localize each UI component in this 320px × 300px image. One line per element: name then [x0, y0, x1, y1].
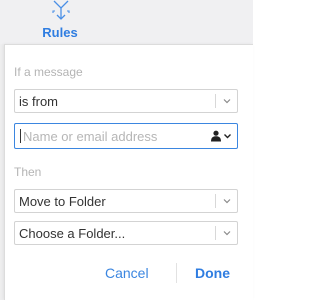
sender-input-placeholder: Name or email address — [23, 129, 158, 144]
done-button[interactable]: Done — [195, 265, 230, 281]
rule-editor-popover: If a message is from Name or email addre… — [4, 44, 253, 300]
action-heading: Then — [14, 165, 42, 179]
folder-select-value: Choose a Folder... — [19, 226, 126, 241]
rules-arrows-icon — [52, 0, 70, 20]
action-select-value: Move to Folder — [19, 194, 106, 209]
sender-input[interactable]: Name or email address — [14, 123, 238, 149]
select-divider — [215, 194, 216, 208]
select-divider — [215, 94, 216, 108]
cancel-button[interactable]: Cancel — [105, 265, 149, 281]
toolbar: Rules — [0, 0, 253, 44]
select-divider — [215, 226, 216, 240]
condition-select[interactable]: is from — [14, 89, 238, 113]
condition-select-value: is from — [19, 94, 58, 109]
text-caret — [20, 129, 21, 143]
rules-label: Rules — [42, 25, 78, 40]
rules-toolbar-button[interactable]: Rules — [34, 0, 86, 40]
chevron-down-icon — [223, 199, 231, 204]
chevron-down-icon — [223, 99, 231, 104]
folder-select[interactable]: Choose a Folder... — [14, 221, 238, 245]
condition-heading: If a message — [14, 65, 83, 79]
button-divider — [176, 263, 177, 283]
chevron-down-icon — [223, 231, 231, 236]
contact-picker-icon[interactable] — [210, 130, 232, 142]
action-select[interactable]: Move to Folder — [14, 189, 238, 213]
